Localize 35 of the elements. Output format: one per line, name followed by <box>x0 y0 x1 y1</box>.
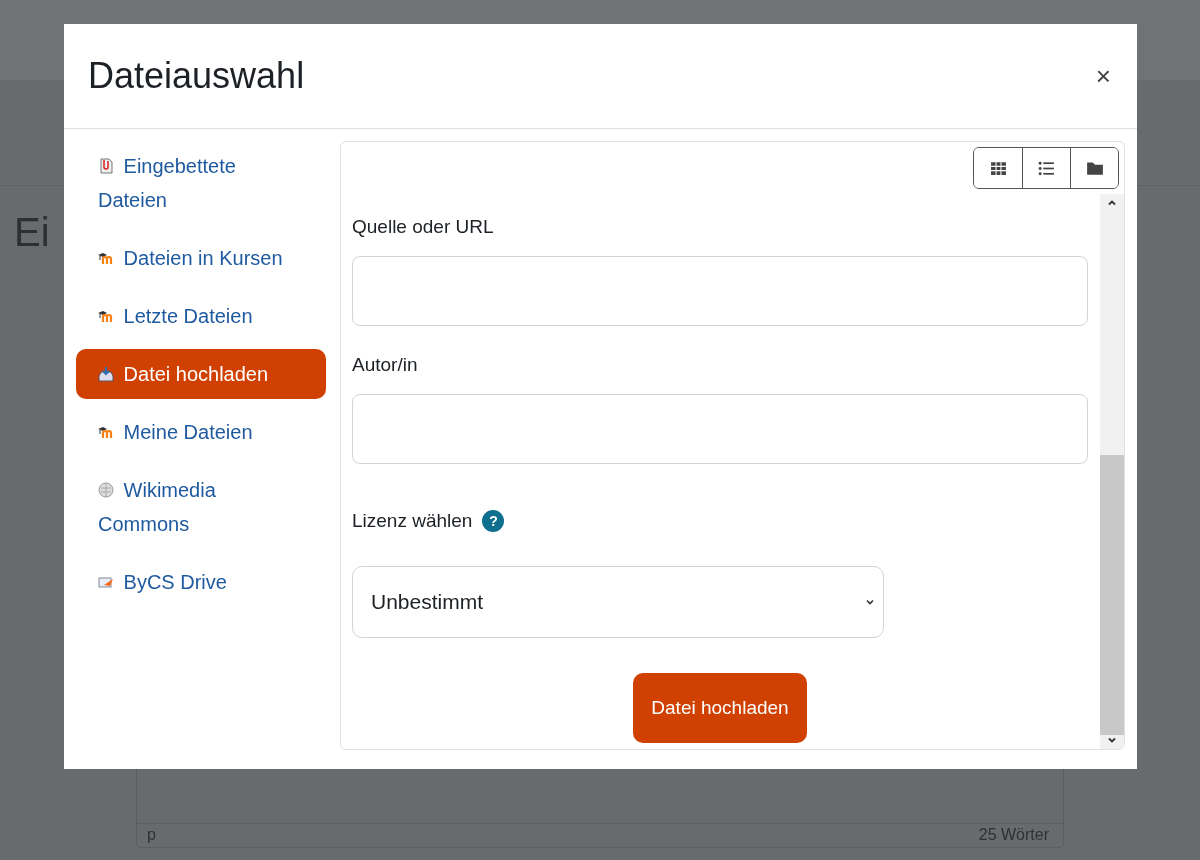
repository-link[interactable]: Letzte Dateien <box>76 291 326 341</box>
word-count: 25 Wörter <box>978 826 1049 844</box>
repository-link[interactable]: Datei hochladen <box>76 349 326 399</box>
drive-icon <box>98 574 114 590</box>
repository-link[interactable]: Dateien in Kursen <box>76 233 326 283</box>
repository-link[interactable]: Wikimedia Commons <box>76 465 326 549</box>
document-clip-icon <box>98 158 114 174</box>
grid-icon <box>989 159 1007 177</box>
list-icon <box>1038 159 1055 177</box>
help-icon[interactable]: ? <box>482 510 505 532</box>
repository-link[interactable]: Meine Dateien <box>76 407 326 457</box>
scrollbar[interactable] <box>1100 194 1124 749</box>
folder-icon <box>1085 159 1104 177</box>
field-label: Lizenz wählen <box>352 510 473 532</box>
source-url-field[interactable] <box>352 256 1088 326</box>
scroll-down-icon[interactable] <box>1107 735 1117 745</box>
chevron-down-icon <box>865 597 875 607</box>
scroll-up-icon[interactable] <box>1107 198 1117 208</box>
field-label: Quelle oder URL <box>352 216 495 238</box>
globe-icon <box>98 482 114 498</box>
moodle-icon <box>98 250 114 266</box>
folder-view-button[interactable] <box>1070 148 1118 188</box>
close-button[interactable]: × <box>1091 60 1115 92</box>
author-field[interactable] <box>352 394 1088 464</box>
repository-link[interactable]: ByCS Drive <box>76 557 326 607</box>
upload-tray-icon <box>98 366 114 382</box>
page-heading: Ei <box>13 209 50 255</box>
moodle-icon <box>98 308 114 324</box>
license-dropdown[interactable]: Unbestimmt <box>352 566 884 638</box>
repository-link[interactable]: Eingebettete Dateien <box>76 141 326 225</box>
element-path: p <box>147 826 156 844</box>
upload-button[interactable]: Datei hochladen <box>633 673 807 743</box>
field-label: Autor/in <box>352 354 419 376</box>
moodle-icon <box>98 424 114 440</box>
dialog-title: Dateiauswahl <box>88 55 305 97</box>
